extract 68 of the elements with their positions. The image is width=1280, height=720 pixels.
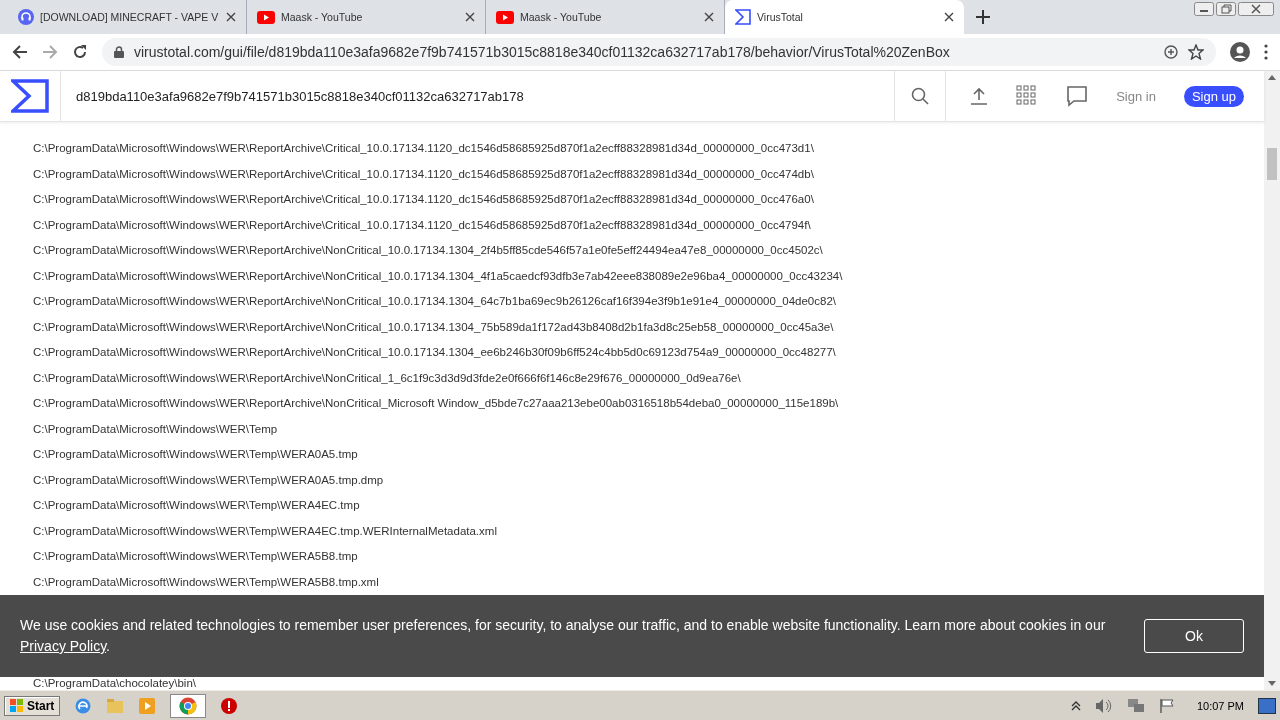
new-tab-icon[interactable] [976,10,990,24]
scrollbar[interactable] [1264,71,1280,690]
minimize-icon[interactable] [1194,2,1214,16]
reload-icon[interactable] [72,44,88,60]
chevron-logo-icon [735,9,751,25]
show-desktop-button[interactable] [1258,697,1276,714]
chat-icon[interactable] [1066,85,1089,107]
close-icon[interactable] [1238,2,1274,16]
apps-grid-icon[interactable] [1016,85,1039,107]
close-icon[interactable] [704,12,714,22]
account-icon[interactable] [1230,42,1250,62]
round-logo-icon [179,696,198,715]
file-path: C:\ProgramData\Microsoft\Windows\WER\Temp\WERA0A5.tmp [33,447,359,462]
chevron-logo-icon[interactable] [11,79,49,113]
network-icon[interactable] [1126,697,1145,714]
start-button[interactable]: Start [4,695,61,716]
clock-text: 10:07 PM [1196,699,1244,712]
menu-icon[interactable] [1264,44,1268,60]
chevron-up-icon[interactable] [1070,700,1081,711]
close-icon[interactable] [226,12,236,22]
file-path: C:\ProgramData\Microsoft\Windows\WER\Temp [33,421,279,437]
play-logo-icon [496,10,514,24]
file-path: C:\ProgramData\Microsoft\Windows\WER\Temp\WERA4EC.tmp.WERInternalMetadata.xml [33,523,498,539]
sign-up-button[interactable]: Sign up [1183,85,1244,107]
add-circle-icon[interactable] [1164,45,1178,59]
file-path: C:\ProgramData\Microsoft\Windows\WER\ReportArchive\NonCritical_1_6c1f9c3d3d9d3fde2e0f666f6f146c8e29f676_00000000_0d9ea76e\ [33,370,742,386]
lock-icon [114,46,124,58]
sign-in-link[interactable]: Sign in [1116,88,1156,104]
scroll-up-icon[interactable] [1268,75,1276,80]
stop-sign-icon[interactable] [220,696,239,715]
file-path: C:\ProgramData\Microsoft\Windows\WER\Temp\WERA5B8.tmp [33,549,359,564]
file-path: C:\ProgramData\Microsoft\Windows\WER\ReportArchive\NonCritical_10.0.17134.1304_ee6b246b30f09b6ff524c4bb5d0c69123d754a9_00000000_0cc48277\ [33,345,837,360]
close-icon[interactable] [944,12,954,22]
file-path: C:\ProgramData\Microsoft\Windows\WER\Temp\WERA4EC.tmp [33,498,361,513]
address-field[interactable]: virustotal.com/gui/file/d819bda110e3afa9682e7f9b741571b3015c8818e340cf01132ca632717ab178/behavior/VirusTotal%20ZenBox [102,38,1216,66]
headset-icon [18,9,34,25]
taskbar-button[interactable] [170,693,207,718]
speaker-icon[interactable] [1094,697,1113,714]
file-path: C:\ProgramData\Microsoft\Windows\WER\Temp\WERA0A5.tmp.dmp [33,472,385,488]
file-path: C:\ProgramData\Microsoft\Windows\WER\ReportArchive\NonCritical_10.0.17134.1304_2f4b5ff85cde546f57a1e0fe5eff24494ea47e8_00000000_0cc4502c\ [33,243,824,258]
file-path: C:\ProgramData\Microsoft\Windows\WER\ReportArchive\NonCritical_10.0.17134.1304_75b589da1f172ad43b8408d2b1fa3d8c25eb58_00000000_0cc45a3e\ [33,319,835,335]
file-path: C:\ProgramData\Microsoft\Windows\WER\ReportArchive\NonCritical_Microsoft Window_d5bde7c27aaa213ebe00ab0316518b54deba0_00000000_115e189b\ [33,396,840,411]
file-path: C:\ProgramData\Microsoft\Windows\WER\ReportArchive\Critical_10.0.17134.1120_dc1546d58685925d870f1a2ecff88328981d34d_00000000_0cc476a0\ [33,192,815,207]
file-path: C:\ProgramData\Microsoft\Windows\WER\ReportArchive\NonCritical_10.0.17134.1304_4f1a5caedcf93dfb3e7ab42eee838089e2e96ba4_00000000_0cc43234\ [33,268,844,284]
browser-e-icon[interactable] [74,696,93,715]
file-path: C:\ProgramData\chocolatey\bin\ [33,677,197,689]
ok-button[interactable]: Ok [1144,619,1244,653]
upload-icon[interactable] [970,87,989,105]
file-path: C:\ProgramData\Microsoft\Windows\WER\Temp\WERA5B8.tmp.xml [33,574,380,590]
browser-tab[interactable]: Maask - YouTube [247,0,486,34]
file-path: C:\ProgramData\Microsoft\Windows\WER\ReportArchive\Critical_10.0.17134.1120_dc1546d58685925d870f1a2ecff88328981d34d_00000000_0cc474db\ [33,166,815,182]
scrollbar-thumb[interactable] [1267,148,1277,180]
file-path: C:\ProgramData\Microsoft\Windows\WER\ReportArchive\Critical_10.0.17134.1120_dc1546d58685925d870f1a2ecff88328981d34d_00000000_0cc4794f\ [33,217,812,233]
search-icon [911,87,930,105]
file-path: C:\ProgramData\Microsoft\Windows\WER\ReportArchive\Critical_10.0.17134.1120_dc1546d58685925d870f1a2ecff88328981d34d_00000000_0cc473d1\ [33,141,815,156]
close-icon[interactable] [465,12,475,22]
cookie-notice-text: We use cookies and related technologies to remember user preferences, for security, to analyse our traffic, and to enable website functionality. Learn more about cookies in our Privacy Policy. [20,616,1107,656]
file-path: C:\ProgramData\Microsoft\Windows\WER\ReportArchive\NonCritical_10.0.17134.1304_64c7b1ba69ec9b26126caf16f394e3f9b1e91e4_00000000_04de0c82\ [33,294,837,309]
play-logo-icon [257,10,275,24]
browser-tab[interactable]: [DOWNLOAD] MINECRAFT - VAPE V [8,0,247,34]
windows-logo-icon [10,698,24,713]
flag-icon[interactable] [1158,697,1175,714]
star-icon[interactable] [1188,44,1204,60]
scroll-down-icon[interactable] [1268,681,1276,686]
browser-tab[interactable]: Maask - YouTube [486,0,725,34]
browser-tab[interactable]: VirusTotal [725,0,964,34]
restore-icon[interactable] [1216,2,1236,16]
back-icon[interactable] [12,44,28,60]
